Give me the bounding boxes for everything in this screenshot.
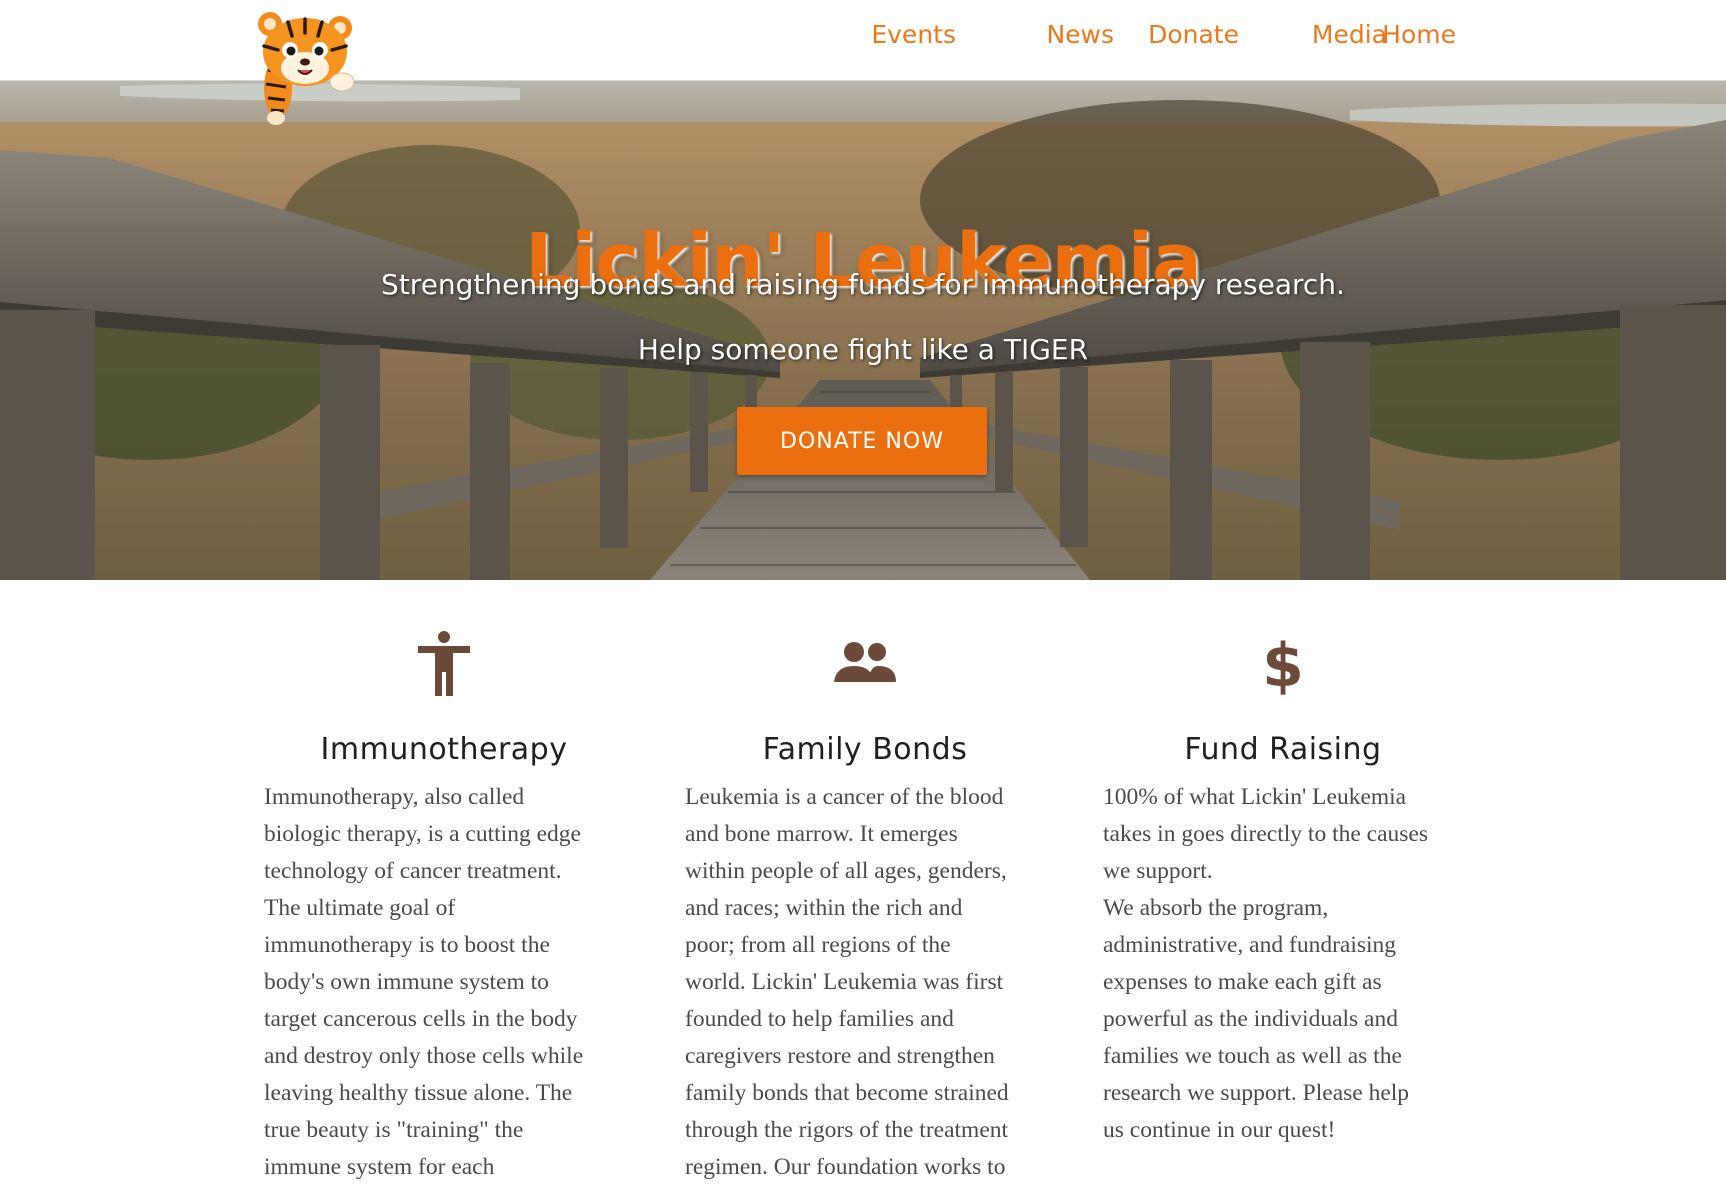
dollar-sign-icon: $ <box>1262 631 1304 696</box>
feature-title: Family Bonds <box>762 732 968 767</box>
feature-title: Fund Raising <box>1184 732 1382 767</box>
hero-tagline: Help someone fight like a TIGER <box>637 333 1089 366</box>
feature-title: Immunotherapy <box>320 732 568 767</box>
person-accessibility-icon <box>418 631 470 696</box>
feature-text: Leukemia is a cancer of the blood and bo… <box>685 784 1009 1180</box>
boardwalk-background-image <box>0 80 1726 580</box>
hero-banner: Lickin' Leukemia Strengthening bonds and… <box>0 80 1726 580</box>
nav-link-events[interactable]: Events <box>871 20 956 49</box>
feature-fund-raising: $ Fund Raising 100% of what Lickin' Leuk… <box>1103 630 1463 1149</box>
tiger-cub-logo[interactable] <box>248 6 364 128</box>
feature-text: 100% of what Lickin' Leukemia takes in g… <box>1103 784 1428 1143</box>
nav-link-donate[interactable]: Donate <box>1148 20 1239 49</box>
donate-now-button[interactable]: DONATE NOW <box>737 407 987 475</box>
feature-family-bonds: Family Bonds Leukemia is a cancer of the… <box>685 630 1045 1186</box>
nav-link-news[interactable]: News <box>1046 20 1114 49</box>
feature-text: Immunotherapy, also called biologic ther… <box>264 784 584 1180</box>
people-group-icon <box>834 642 896 682</box>
feature-immunotherapy: Immunotherapy Immunotherapy, also called… <box>264 630 624 1186</box>
nav-link-media[interactable]: Media <box>1312 20 1387 49</box>
nav-link-home[interactable]: Home <box>1382 20 1456 49</box>
hero-subtitle: Strengthening bonds and raising funds fo… <box>381 268 1345 301</box>
svg-text:$: $ <box>1262 631 1304 696</box>
